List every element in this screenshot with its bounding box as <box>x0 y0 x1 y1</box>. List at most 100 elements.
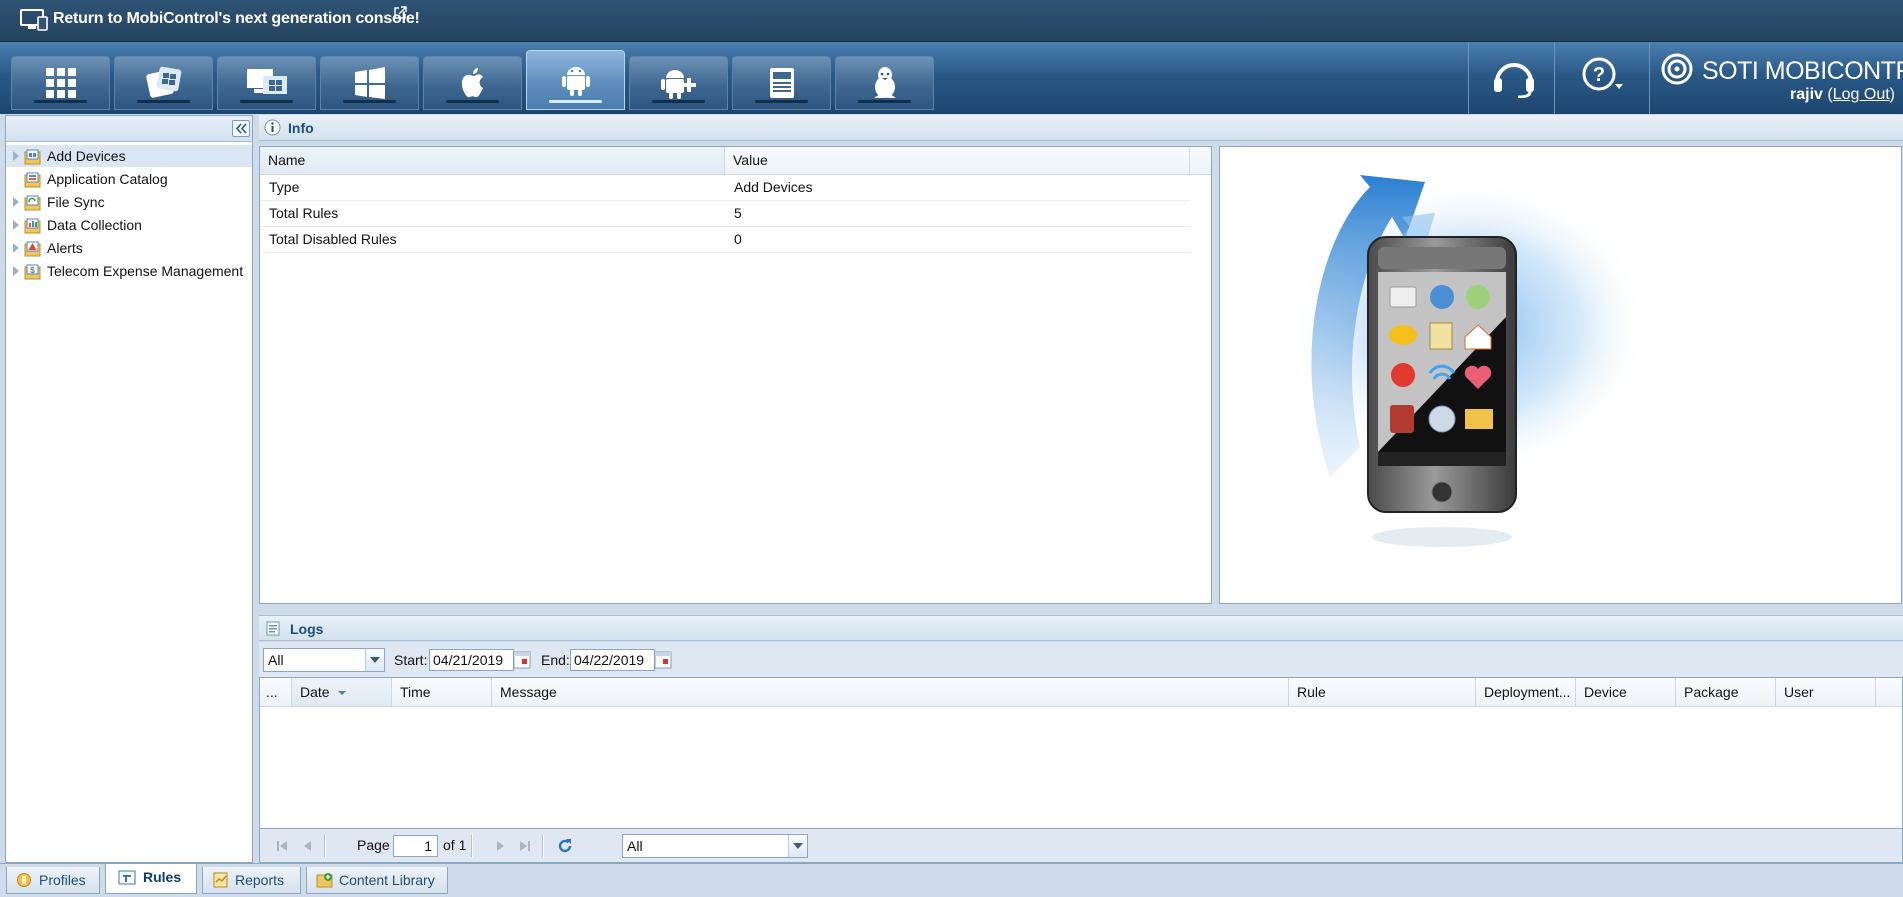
log-type-select[interactable]: All <box>263 648 385 672</box>
username: rajiv <box>1790 86 1823 103</box>
linux-icon <box>873 67 896 98</box>
calendar-icon[interactable] <box>513 650 531 670</box>
android-icon <box>561 67 590 96</box>
tab-rules[interactable]: Rules <box>105 864 197 894</box>
chevron-down-icon[interactable] <box>365 649 384 671</box>
previous-page-icon[interactable] <box>300 838 316 854</box>
page-number-input[interactable]: 1 <box>393 835 438 857</box>
first-page-icon[interactable] <box>274 838 290 854</box>
tree-item-application-catalog[interactable]: Application Catalog <box>6 168 252 190</box>
tree-item-label: Add Devices <box>47 148 126 164</box>
apple-icon <box>461 68 483 98</box>
android-plus-tab[interactable] <box>629 56 728 110</box>
tree-item-telecom-expense-management[interactable]: $ Telecom Expense Management <box>6 260 252 282</box>
help-button[interactable]: ? <box>1554 42 1650 114</box>
column-header-spacer <box>1876 678 1902 706</box>
headset-icon <box>1494 63 1534 98</box>
application-catalog-folder-icon <box>24 172 41 187</box>
row-value: 5 <box>734 205 742 221</box>
logs-grid: ... Date Time Message Rule Deployment...… <box>259 677 1903 829</box>
support-button[interactable] <box>1468 42 1555 114</box>
brand-name: SOTI MOBICONTROL <box>1702 57 1903 85</box>
all-devices-tab[interactable] <box>11 56 110 110</box>
apple-tab[interactable] <box>423 56 522 110</box>
page-total-label: of 1 <box>443 837 467 853</box>
logout-link[interactable]: Log Out <box>1833 86 1890 103</box>
add-devices-illustration-panel <box>1219 146 1902 604</box>
start-date-input[interactable]: 04/21/2019 <box>429 649 514 671</box>
rules-tree-panel: Add Devices Application Catalog File Syn… <box>5 115 253 863</box>
column-header-select[interactable]: ... <box>260 678 292 706</box>
calendar-icon[interactable] <box>654 650 672 670</box>
column-header-value[interactable]: Value <box>725 147 1190 174</box>
windows-tab[interactable] <box>320 56 419 110</box>
page-size-value: All <box>627 838 643 854</box>
tab-label: Rules <box>143 869 182 885</box>
windows-mobile-tab[interactable] <box>114 56 213 110</box>
android-plus-icon <box>660 70 696 99</box>
tab-profiles[interactable]: Profiles <box>6 867 100 894</box>
add-devices-folder-icon <box>24 149 41 164</box>
page-size-select[interactable]: All <box>622 834 808 858</box>
expand-arrow-icon[interactable] <box>13 151 19 161</box>
log-type-value: All <box>268 652 284 668</box>
android-tab[interactable] <box>526 50 625 110</box>
expand-arrow-icon[interactable] <box>13 266 19 276</box>
row-name: Total Rules <box>269 205 339 221</box>
phone-sync-illustration <box>1290 175 1650 547</box>
column-header-spacer <box>1190 147 1211 174</box>
next-page-icon[interactable] <box>492 838 508 854</box>
tab-content-library[interactable]: Content Library <box>306 867 448 894</box>
column-header-user[interactable]: User <box>1776 678 1876 706</box>
tree-item-label: Telecom Expense Management <box>47 263 244 279</box>
collapse-panel-button[interactable] <box>232 120 250 137</box>
chevron-down-icon[interactable] <box>788 835 807 857</box>
svg-text:?: ? <box>1593 64 1605 86</box>
row-value: Add Devices <box>734 179 813 195</box>
last-page-icon[interactable] <box>517 838 533 854</box>
printer-tab[interactable] <box>732 56 831 110</box>
tree-item-alerts[interactable]: Alerts <box>6 237 252 259</box>
column-header-time[interactable]: Time <box>392 678 492 706</box>
tab-reports[interactable]: Reports <box>202 867 301 894</box>
banner-text[interactable]: Return to MobiControl's next generation … <box>53 10 420 28</box>
refresh-icon[interactable] <box>556 837 574 855</box>
expand-arrow-icon[interactable] <box>13 197 19 207</box>
end-date-input[interactable]: 04/22/2019 <box>570 649 655 671</box>
log-document-icon <box>266 621 280 636</box>
logs-header: Logs <box>259 615 1903 641</box>
column-header-device[interactable]: Device <box>1576 678 1676 706</box>
expand-arrow-icon[interactable] <box>13 243 19 253</box>
windows-mobile-icon <box>145 66 181 98</box>
column-header-message[interactable]: Message <box>492 678 1289 706</box>
column-header-name[interactable]: Name <box>260 147 725 174</box>
external-link-icon[interactable] <box>393 6 407 20</box>
expand-arrow-icon[interactable] <box>13 220 19 230</box>
page-label: Page <box>357 837 390 853</box>
info-grid: Name Value Type Add Devices Total Rules … <box>259 146 1212 604</box>
monitor-icon <box>20 9 48 31</box>
windows-desktop-tab[interactable] <box>217 56 316 110</box>
info-row[interactable]: Type Add Devices <box>260 174 1190 201</box>
row-value: 0 <box>734 231 742 247</box>
date-header-label: Date <box>300 684 330 700</box>
tree-item-file-sync[interactable]: File Sync <box>6 191 252 213</box>
column-header-package[interactable]: Package <box>1676 678 1776 706</box>
bottom-tab-bar: Profiles Rules Reports Content Library <box>0 863 1903 897</box>
info-row[interactable]: Total Rules 5 <box>260 200 1190 227</box>
info-title: Info <box>288 120 314 136</box>
logs-filter-bar: All Start: 04/21/2019 End: 04/22/2019 <box>259 642 1903 677</box>
column-header-deployment[interactable]: Deployment... <box>1476 678 1576 706</box>
info-row[interactable]: Total Disabled Rules 0 <box>260 226 1190 253</box>
linux-tab[interactable] <box>835 56 934 110</box>
info-icon <box>264 119 281 136</box>
top-banner[interactable]: Return to MobiControl's next generation … <box>0 0 1903 42</box>
column-header-rule[interactable]: Rule <box>1289 678 1476 706</box>
column-header-date[interactable]: Date <box>292 678 392 706</box>
tree-item-data-collection[interactable]: Data Collection <box>6 214 252 236</box>
tab-label: Content Library <box>339 872 435 888</box>
tree-item-add-devices[interactable]: Add Devices <box>6 145 252 167</box>
end-label: End: <box>541 652 570 668</box>
start-label: Start: <box>394 652 428 668</box>
telecom-expense-folder-icon: $ <box>24 264 41 279</box>
